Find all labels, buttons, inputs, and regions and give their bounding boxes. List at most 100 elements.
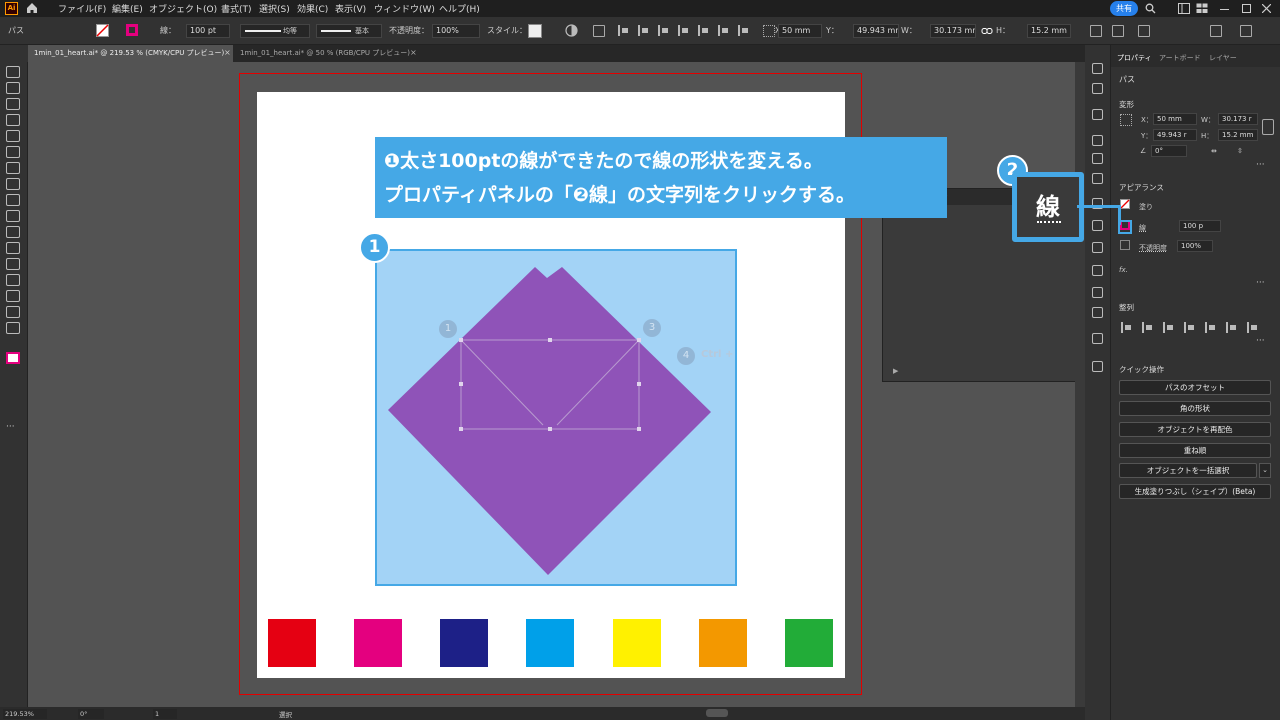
zoom-field[interactable]: 219.53% <box>3 709 47 719</box>
curvature-tool-icon[interactable] <box>6 114 20 126</box>
eyedropper-tool-icon[interactable] <box>6 242 20 254</box>
rotate-view-field[interactable]: 0° <box>78 709 104 719</box>
tab-artboards[interactable]: アートボード <box>1159 53 1201 63</box>
flip-vertical-icon[interactable]: ⇳ <box>1237 147 1243 155</box>
transparency-icon[interactable] <box>1092 265 1103 276</box>
direct-selection-tool-icon[interactable] <box>6 82 20 94</box>
opentype-icon[interactable] <box>1092 173 1103 184</box>
diamond-shape[interactable] <box>385 265 715 580</box>
transform-icon[interactable] <box>1090 25 1102 37</box>
fill-swatch-icon[interactable] <box>1120 199 1130 209</box>
artboard-tool-icon[interactable] <box>6 290 20 302</box>
maximize-icon[interactable] <box>1242 4 1251 13</box>
appearance-icon[interactable] <box>1092 287 1103 298</box>
menu-item-4[interactable]: 選択(S) <box>259 2 290 15</box>
search-icon[interactable] <box>1145 3 1156 14</box>
align-button-icon[interactable] <box>1184 322 1194 333</box>
align-button-icon[interactable] <box>1163 322 1173 333</box>
arrange-button[interactable]: 重ね順 <box>1119 443 1271 458</box>
more-options-icon[interactable]: ··· <box>1256 160 1265 170</box>
x-field[interactable]: 50 mm <box>778 24 822 38</box>
comments-icon[interactable] <box>1092 361 1103 372</box>
align-button-icon[interactable] <box>638 25 648 36</box>
eraser-tool-icon[interactable] <box>6 194 20 206</box>
blend-tool-icon[interactable] <box>6 258 20 270</box>
minimize-icon[interactable] <box>1220 9 1229 10</box>
zoom-tool-icon[interactable] <box>6 322 20 334</box>
fx-button[interactable]: fx. <box>1119 266 1128 274</box>
align-button-icon[interactable] <box>618 25 628 36</box>
pen-tool-icon[interactable] <box>6 98 20 110</box>
color-swatch[interactable] <box>785 619 833 667</box>
corner-shape-button[interactable]: 角の形状 <box>1119 401 1271 416</box>
align-button-icon[interactable] <box>1205 322 1215 333</box>
stroke-color-icon[interactable] <box>126 24 138 36</box>
menu-item-0[interactable]: ファイル(F) <box>58 2 106 15</box>
tab-properties[interactable]: プロパティ <box>1117 53 1152 63</box>
align-button-icon[interactable] <box>1142 322 1152 333</box>
fill-none-icon[interactable] <box>96 24 109 37</box>
stroke-weight-field[interactable]: 100 pt <box>186 24 230 38</box>
tab-layers[interactable]: レイヤー <box>1209 53 1237 63</box>
y-field[interactable]: 49.943 mr <box>853 24 899 38</box>
close-tab-2-icon[interactable]: × <box>410 48 417 57</box>
color-swatch[interactable] <box>699 619 747 667</box>
more-options-icon[interactable]: ··· <box>1256 278 1265 288</box>
recolor-button[interactable]: オブジェクトを再配色 <box>1119 422 1271 437</box>
align-button-icon[interactable] <box>658 25 668 36</box>
character-icon[interactable] <box>1092 135 1103 146</box>
opacity-field[interactable]: 100% <box>432 24 480 38</box>
tab-document-2[interactable]: 1min_01_heart.ai* @ 50 % (RGB/CPU プレビュー) <box>234 45 419 62</box>
swatches-icon[interactable] <box>1092 63 1103 74</box>
horizontal-scrollbar[interactable] <box>706 709 728 717</box>
expand-icon[interactable]: ▶ <box>893 367 898 375</box>
export-icon[interactable] <box>1092 333 1103 344</box>
close-icon[interactable] <box>1262 4 1271 13</box>
link-icon[interactable] <box>981 25 993 37</box>
constrain-proportions-icon[interactable] <box>1262 119 1274 135</box>
x-field[interactable]: 50 mm <box>1153 113 1197 125</box>
fill-stroke-swatch-icon[interactable] <box>6 352 20 364</box>
info-icon[interactable] <box>1092 109 1103 120</box>
w-field[interactable]: 30.173 r <box>1218 113 1258 125</box>
w-field[interactable]: 30.173 mr <box>930 24 976 38</box>
recolor-icon[interactable] <box>565 24 578 37</box>
artboard-number-field[interactable]: 1 <box>153 709 177 719</box>
arrange-icon[interactable] <box>1196 3 1208 14</box>
type-tool-icon[interactable] <box>6 162 20 174</box>
vertical-scrollbar[interactable] <box>1075 62 1085 707</box>
menu-item-1[interactable]: 編集(E) <box>112 2 143 15</box>
more-tools-icon[interactable]: ··· <box>6 422 20 434</box>
menu-item-6[interactable]: 表示(V) <box>335 2 366 15</box>
close-tab-1-icon[interactable]: × <box>224 48 231 57</box>
shape-builder-tool-icon[interactable] <box>6 210 20 222</box>
play-icon[interactable] <box>1092 83 1103 94</box>
align-button-icon[interactable] <box>738 25 748 36</box>
gradient-tool-icon[interactable] <box>6 226 20 238</box>
more-options-icon[interactable]: ··· <box>1256 336 1265 346</box>
align-button-icon[interactable] <box>1247 322 1257 333</box>
menu-item-2[interactable]: オブジェクト(O) <box>149 2 217 15</box>
opacity-field[interactable]: 100% <box>1177 240 1213 252</box>
align-button-icon[interactable] <box>698 25 708 36</box>
panel-toggle-icon[interactable] <box>1210 25 1222 37</box>
align-button-icon[interactable] <box>1121 322 1131 333</box>
reference-point-icon[interactable] <box>763 25 775 37</box>
opacity-label[interactable]: 不透明度 <box>1139 243 1167 253</box>
variable-width-profile[interactable]: 均等 <box>240 24 310 38</box>
chevron-down-icon[interactable]: ⌄ <box>1259 463 1271 478</box>
color-swatch[interactable] <box>268 619 316 667</box>
color-swatch[interactable] <box>354 619 402 667</box>
menu-item-7[interactable]: ウィンドウ(W) <box>374 2 435 15</box>
selection-tool-icon[interactable] <box>6 66 20 78</box>
graphic-style-swatch[interactable] <box>528 24 542 38</box>
workspace-icon[interactable] <box>1178 3 1190 14</box>
offset-path-button[interactable]: パスのオフセット <box>1119 380 1271 395</box>
menu-item-8[interactable]: ヘルプ(H) <box>439 2 480 15</box>
symbol-sprayer-tool-icon[interactable] <box>6 274 20 286</box>
color-swatch[interactable] <box>526 619 574 667</box>
angle-field[interactable]: 0° <box>1151 145 1187 157</box>
align-to-icon[interactable] <box>593 25 605 37</box>
graphic-styles-icon[interactable] <box>1092 307 1103 318</box>
reference-point-icon[interactable] <box>1120 114 1132 126</box>
